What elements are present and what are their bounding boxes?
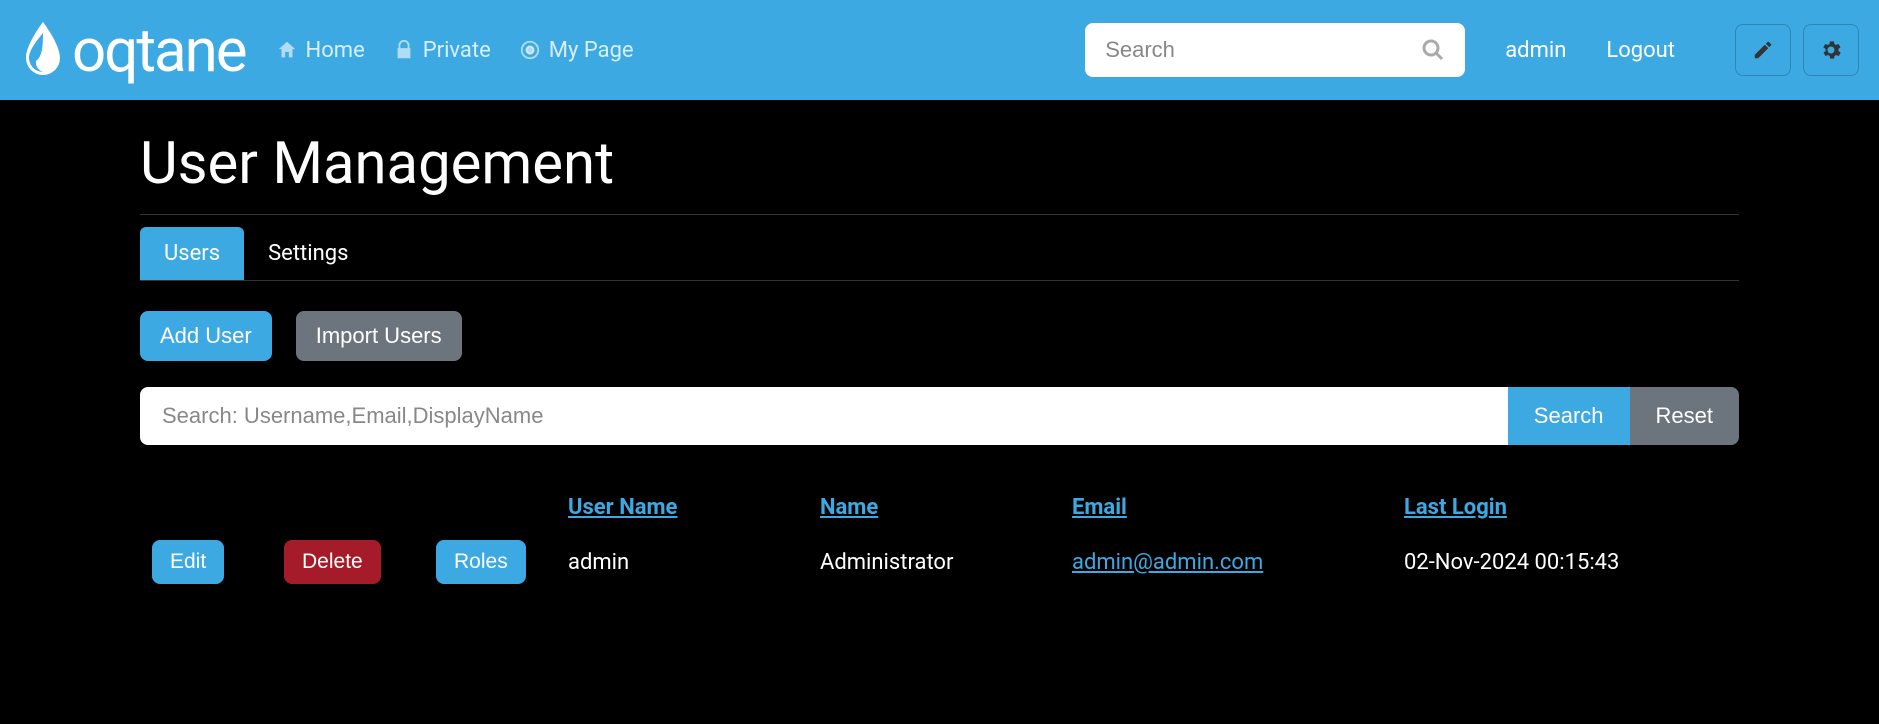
main-content: User Management Users Settings Add User …	[0, 100, 1879, 624]
tab-settings[interactable]: Settings	[244, 227, 372, 280]
table-row: Edit Delete Roles admin Administrator ad…	[140, 530, 1739, 594]
add-user-button[interactable]: Add User	[140, 311, 272, 361]
nav-mypage-label: My Page	[549, 38, 634, 63]
user-search-button[interactable]: Search	[1508, 387, 1630, 445]
divider	[140, 214, 1739, 215]
droplet-icon	[20, 20, 66, 80]
cell-name: Administrator	[820, 550, 1060, 575]
brand-text: oqtane	[72, 15, 246, 86]
roles-button[interactable]: Roles	[436, 540, 526, 584]
user-search-input[interactable]	[140, 387, 1508, 445]
lock-icon	[393, 39, 415, 61]
cell-last-login: 02-Nov-2024 00:15:43	[1404, 550, 1727, 575]
import-users-button[interactable]: Import Users	[296, 311, 462, 361]
table-header: User Name Name Email Last Login	[140, 485, 1739, 530]
user-table: User Name Name Email Last Login Edit Del…	[140, 485, 1739, 594]
nav-links: Home Private My Page	[276, 38, 634, 63]
global-search	[1085, 23, 1465, 77]
page-title: User Management	[140, 130, 1739, 198]
nav-mypage[interactable]: My Page	[519, 38, 634, 63]
nav-private[interactable]: Private	[393, 38, 491, 63]
cell-email[interactable]: admin@admin.com	[1072, 550, 1263, 575]
username-link[interactable]: admin	[1505, 38, 1566, 63]
logout-link[interactable]: Logout	[1606, 38, 1675, 63]
col-name[interactable]: Name	[820, 495, 1060, 520]
gear-icon	[1819, 38, 1843, 62]
tab-users[interactable]: Users	[140, 227, 244, 280]
tabs: Users Settings	[140, 227, 1739, 281]
user-area: admin Logout	[1505, 24, 1859, 76]
delete-button[interactable]: Delete	[284, 540, 381, 584]
settings-button[interactable]	[1803, 24, 1859, 76]
nav-home[interactable]: Home	[276, 38, 365, 63]
search-icon[interactable]	[1421, 38, 1445, 62]
brand-logo[interactable]: oqtane	[20, 15, 246, 86]
col-email[interactable]: Email	[1072, 495, 1392, 520]
cell-username: admin	[568, 550, 808, 575]
navbar: oqtane Home Private My Page admi	[0, 0, 1879, 100]
home-icon	[276, 39, 298, 61]
col-last-login[interactable]: Last Login	[1404, 495, 1727, 520]
nav-home-label: Home	[306, 38, 365, 63]
search-input[interactable]	[1105, 37, 1421, 63]
nav-private-label: Private	[423, 38, 491, 63]
col-username[interactable]: User Name	[568, 495, 808, 520]
user-search-row: Search Reset	[140, 387, 1739, 445]
edit-button[interactable]: Edit	[152, 540, 224, 584]
target-icon	[519, 39, 541, 61]
user-reset-button[interactable]: Reset	[1630, 387, 1739, 445]
action-buttons: Add User Import Users	[140, 311, 1739, 361]
edit-page-button[interactable]	[1735, 24, 1791, 76]
pencil-icon	[1752, 39, 1774, 61]
